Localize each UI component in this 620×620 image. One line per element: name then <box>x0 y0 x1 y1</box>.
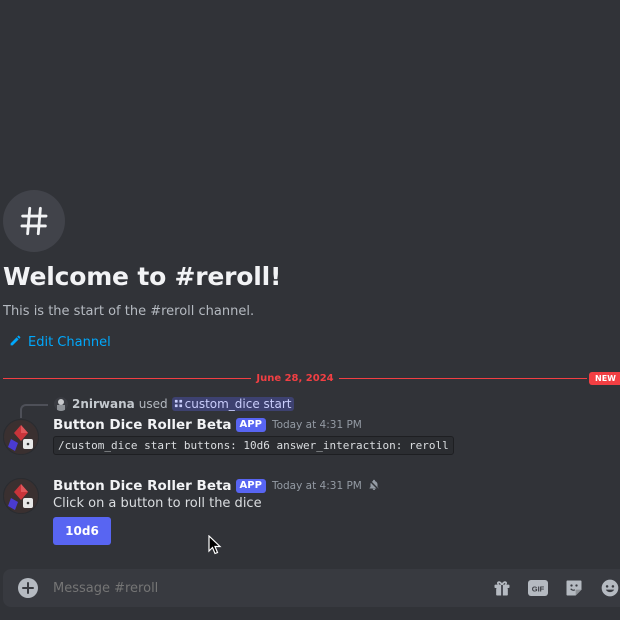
date-divider: June 28, 2024 NEW <box>3 371 620 385</box>
sticker-icon[interactable] <box>563 578 585 598</box>
slash-command-label: custom_dice start <box>184 397 292 411</box>
message-input[interactable] <box>53 580 453 596</box>
mouse-cursor-icon <box>208 534 222 559</box>
notification-bell-icon <box>368 476 380 495</box>
edit-channel-label: Edit Channel <box>28 335 111 350</box>
reply-username[interactable]: 2nirwana <box>72 397 135 411</box>
message-header: Button Dice Roller Beta APP Today at 4:3… <box>53 417 362 433</box>
bot-avatar[interactable] <box>3 478 39 514</box>
message-text: Click on a button to roll the dice <box>53 496 262 511</box>
bot-username[interactable]: Button Dice Roller Beta <box>53 478 232 494</box>
new-badge: NEW <box>589 371 620 385</box>
slash-command-icon <box>174 397 183 411</box>
app-tag: APP <box>235 418 266 432</box>
roll-dice-button[interactable]: 10d6 <box>53 517 111 545</box>
channel-icon-area <box>3 190 65 252</box>
svg-text:GIF: GIF <box>532 585 545 594</box>
plus-icon[interactable] <box>18 578 38 598</box>
divider-date: June 28, 2024 <box>256 372 334 384</box>
gif-icon[interactable]: GIF <box>527 578 549 598</box>
message-timestamp[interactable]: Today at 4:31 PM <box>272 480 362 492</box>
command-reply-context[interactable]: 2nirwana used custom_dice start <box>54 397 294 411</box>
command-code-block: /custom_dice start buttons: 10d6 answer_… <box>53 436 454 455</box>
slash-command-mention[interactable]: custom_dice start <box>171 397 294 411</box>
edit-channel-link[interactable]: Edit Channel <box>9 334 111 351</box>
message-timestamp[interactable]: Today at 4:31 PM <box>272 419 362 431</box>
reply-verb: used <box>138 397 168 411</box>
user-mini-avatar[interactable] <box>54 397 68 411</box>
bot-avatar[interactable] <box>3 419 39 455</box>
reply-connector <box>20 404 48 418</box>
message-header: Button Dice Roller Beta APP Today at 4:3… <box>53 476 380 495</box>
welcome-title: Welcome to #reroll! <box>3 262 282 291</box>
hash-icon <box>3 190 65 252</box>
bot-username[interactable]: Button Dice Roller Beta <box>53 417 232 433</box>
pencil-icon <box>9 334 22 351</box>
welcome-subtitle: This is the start of the #reroll channel… <box>3 304 255 319</box>
app-tag: APP <box>235 478 266 493</box>
composer-icon-bar: GIF <box>491 578 620 598</box>
emoji-icon[interactable] <box>599 578 620 598</box>
divider-line <box>338 377 588 379</box>
message-composer: GIF <box>3 569 620 607</box>
divider-line <box>3 377 252 379</box>
gift-icon[interactable] <box>491 578 513 598</box>
